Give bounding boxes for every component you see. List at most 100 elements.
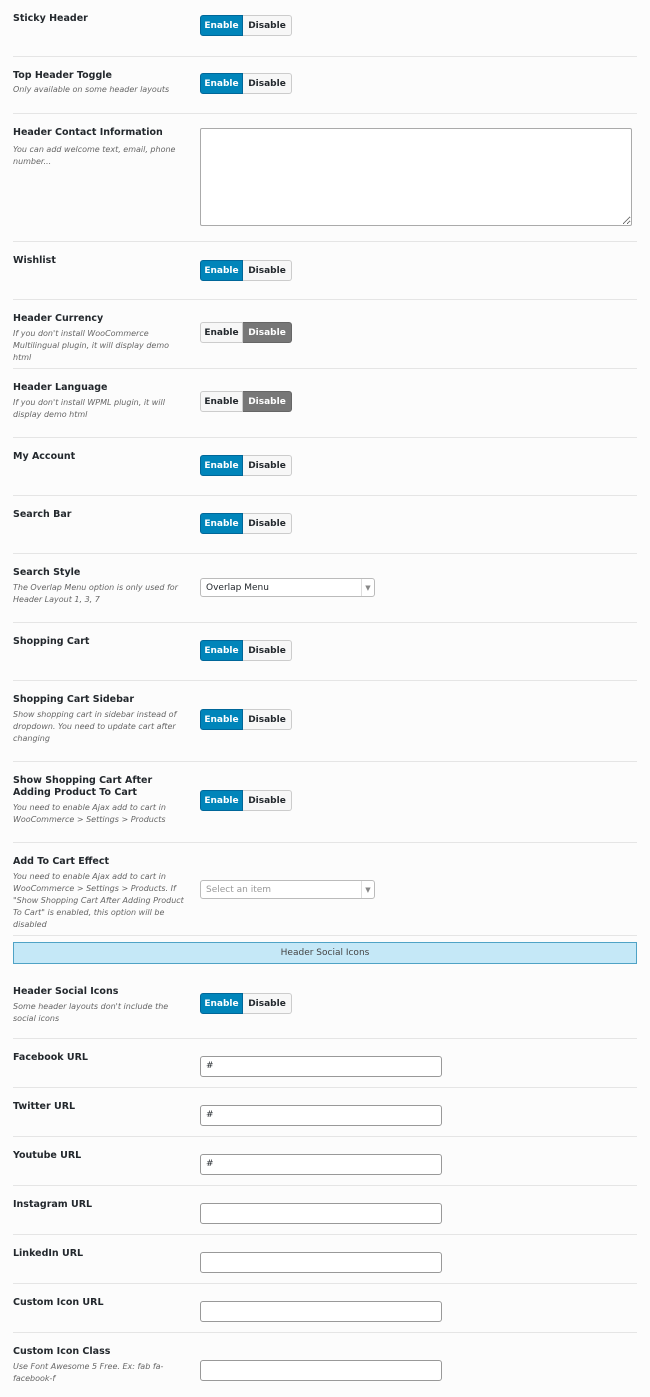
setting-header-language: Header Language If you don't install WPM… [13,369,637,438]
setting-description: If you don't install WooCommerce Multili… [13,329,170,362]
linkedin-url-input[interactable] [200,1251,442,1273]
setting-header-currency: Header Currency If you don't install Woo… [13,300,637,369]
enable-button[interactable]: Enable [200,640,243,661]
setting-description: If you don't install WPML plugin, it wil… [13,398,165,419]
disable-button[interactable]: Disable [243,993,292,1014]
sticky-header-toggle: Enable Disable [200,15,292,36]
add-to-cart-effect-select[interactable]: Select an item ▼ [200,880,375,899]
twitter-url-input[interactable] [200,1104,442,1126]
setting-description: You need to enable Ajax add to cart in W… [13,872,184,929]
setting-title: Shopping Cart [13,636,90,647]
setting-title: Custom Icon URL [13,1297,104,1308]
disable-button[interactable]: Disable [243,513,292,534]
setting-wishlist: Wishlist Enable Disable [13,242,637,300]
setting-title: LinkedIn URL [13,1248,84,1259]
enable-button[interactable]: Enable [200,15,243,36]
setting-description: The Overlap Menu option is only used for… [13,583,178,604]
facebook-url-input[interactable] [200,1055,442,1077]
shopping-cart-sidebar-toggle: Enable Disable [200,709,292,730]
setting-title: Header Currency [13,313,104,324]
setting-custom-icon-url: Custom Icon URL [13,1284,637,1333]
setting-title: Facebook URL [13,1052,88,1063]
contact-info-textarea[interactable] [200,128,632,226]
show-cart-after-add-toggle: Enable Disable [200,790,292,811]
disable-button[interactable]: Disable [243,322,292,343]
setting-description: Use Font Awesome 5 Free. Ex: fab fa-face… [13,1362,164,1383]
setting-title: Youtube URL [13,1150,82,1161]
setting-title: Search Style [13,567,81,578]
setting-title: Sticky Header [13,13,88,24]
setting-top-header-toggle: Top Header Toggle Only available on some… [13,57,637,114]
setting-show-cart-after-add: Show Shopping Cart After Adding Product … [13,762,637,843]
setting-sticky-header: Sticky Header Enable Disable [13,0,637,57]
custom-icon-class-input[interactable] [200,1359,442,1381]
setting-description: You need to enable Ajax add to cart in W… [13,803,166,824]
shopping-cart-toggle: Enable Disable [200,640,292,661]
setting-description: Some header layouts don't include the so… [13,1002,169,1023]
disable-button[interactable]: Disable [243,73,292,94]
setting-title: Add To Cart Effect [13,856,110,867]
setting-instagram-url: Instagram URL [13,1186,637,1235]
setting-my-account: My Account Enable Disable [13,438,637,496]
setting-youtube-url: Youtube URL [13,1137,637,1186]
search-style-select[interactable]: Overlap Menu ▼ [200,578,375,597]
select-placeholder: Select an item [206,884,272,895]
setting-description: You can add welcome text, email, phone n… [13,145,176,166]
setting-twitter-url: Twitter URL [13,1088,637,1137]
setting-header-social-icons: Header Social Icons Some header layouts … [13,964,637,1039]
setting-title: Show Shopping Cart After Adding Product … [13,775,153,798]
youtube-url-input[interactable] [200,1153,442,1175]
setting-title: Custom Icon Class [13,1346,111,1357]
enable-button[interactable]: Enable [200,391,243,412]
setting-title: My Account [13,451,76,462]
setting-title: Header Contact Information [13,127,163,138]
header-settings-panel: Sticky Header Enable Disable Top Header … [0,0,650,1395]
select-value: Overlap Menu [206,582,269,593]
disable-button[interactable]: Disable [243,260,292,281]
disable-button[interactable]: Disable [243,391,292,412]
search-bar-toggle: Enable Disable [200,513,292,534]
disable-button[interactable]: Disable [243,455,292,476]
enable-button[interactable]: Enable [200,260,243,281]
setting-shopping-cart-sidebar: Shopping Cart Sidebar Show shopping cart… [13,681,637,762]
setting-title: Top Header Toggle [13,70,112,81]
setting-search-style: Search Style The Overlap Menu option is … [13,554,637,623]
custom-icon-url-input[interactable] [200,1300,442,1322]
setting-title: Header Language [13,382,108,393]
chevron-down-icon: ▼ [361,881,374,898]
setting-description: Show shopping cart in sidebar instead of… [13,710,177,743]
setting-description: Only available on some header layouts [13,85,170,94]
top-header-toggle: Enable Disable [200,73,292,94]
header-currency-toggle: Enable Disable [200,322,292,343]
setting-custom-icon-class: Custom Icon Class Use Font Awesome 5 Fre… [13,1333,637,1395]
setting-title: Wishlist [13,255,56,266]
enable-button[interactable]: Enable [200,790,243,811]
setting-search-bar: Search Bar Enable Disable [13,496,637,554]
setting-add-to-cart-effect: Add To Cart Effect You need to enable Aj… [13,843,637,936]
disable-button[interactable]: Disable [243,790,292,811]
header-language-toggle: Enable Disable [200,391,292,412]
setting-title: Search Bar [13,509,72,520]
setting-linkedin-url: LinkedIn URL [13,1235,637,1284]
setting-title: Twitter URL [13,1101,76,1112]
wishlist-toggle: Enable Disable [200,260,292,281]
enable-button[interactable]: Enable [200,993,243,1014]
section-header-social-icons: Header Social Icons [13,942,637,964]
setting-title: Shopping Cart Sidebar [13,694,135,705]
disable-button[interactable]: Disable [243,709,292,730]
setting-shopping-cart: Shopping Cart Enable Disable [13,623,637,681]
chevron-down-icon: ▼ [361,579,374,596]
setting-facebook-url: Facebook URL [13,1039,637,1088]
setting-title: Header Social Icons [13,986,119,997]
disable-button[interactable]: Disable [243,640,292,661]
my-account-toggle: Enable Disable [200,455,292,476]
instagram-url-input[interactable] [200,1202,442,1224]
header-social-icons-toggle: Enable Disable [200,993,292,1014]
enable-button[interactable]: Enable [200,513,243,534]
disable-button[interactable]: Disable [243,15,292,36]
setting-header-contact: Header Contact Information You can add w… [13,114,637,242]
enable-button[interactable]: Enable [200,709,243,730]
enable-button[interactable]: Enable [200,322,243,343]
enable-button[interactable]: Enable [200,73,243,94]
enable-button[interactable]: Enable [200,455,243,476]
